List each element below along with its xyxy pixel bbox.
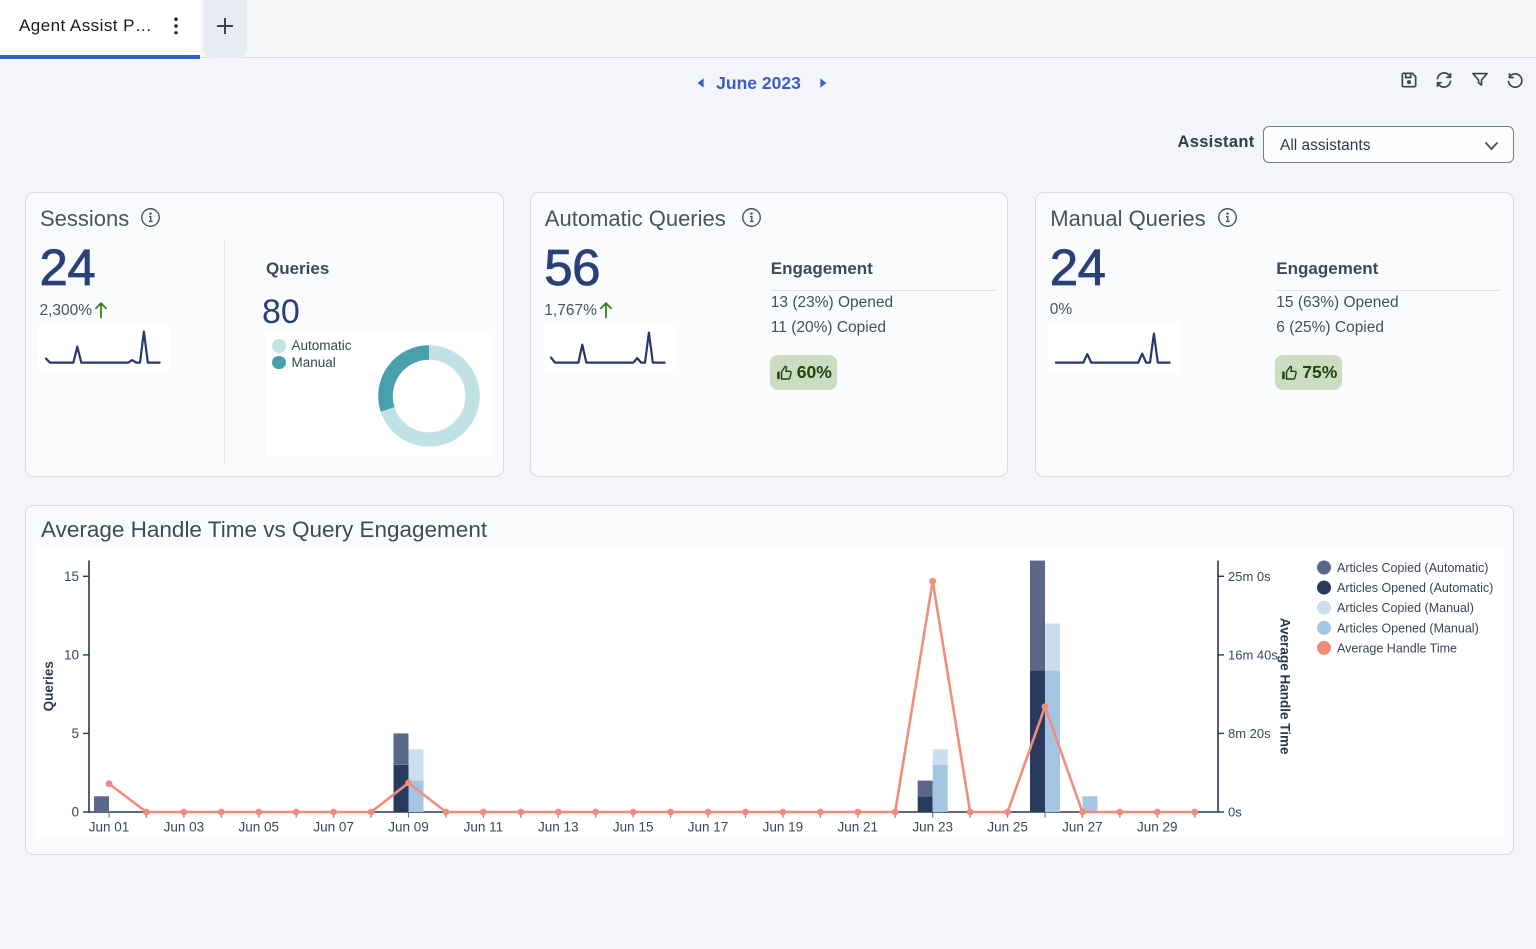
- svg-text:8m 20s: 8m 20s: [1228, 725, 1271, 740]
- svg-text:Jun 29: Jun 29: [1137, 819, 1178, 834]
- svg-text:Articles Opened (Manual): Articles Opened (Manual): [1337, 621, 1479, 635]
- svg-text:Jun 19: Jun 19: [763, 819, 804, 834]
- svg-text:Average Handle Time: Average Handle Time: [1337, 641, 1457, 655]
- svg-text:Jun 27: Jun 27: [1062, 819, 1103, 834]
- svg-text:Average Handle Time: Average Handle Time: [1278, 617, 1293, 754]
- svg-text:Jun 17: Jun 17: [688, 819, 729, 834]
- svg-text:0: 0: [71, 804, 79, 819]
- svg-text:Jun 07: Jun 07: [313, 819, 354, 834]
- svg-text:Queries: Queries: [41, 661, 56, 711]
- svg-text:Jun 01: Jun 01: [89, 819, 130, 834]
- svg-text:25m 0s: 25m 0s: [1228, 568, 1271, 583]
- svg-text:Articles Copied (Manual): Articles Copied (Manual): [1337, 601, 1474, 615]
- svg-text:Jun 25: Jun 25: [987, 819, 1028, 834]
- svg-text:Jun 03: Jun 03: [164, 819, 205, 834]
- svg-text:15: 15: [64, 568, 79, 583]
- svg-text:Jun 13: Jun 13: [538, 819, 579, 834]
- svg-text:Jun 05: Jun 05: [239, 819, 280, 834]
- svg-text:16m 40s: 16m 40s: [1228, 647, 1278, 662]
- svg-text:Jun 15: Jun 15: [613, 819, 654, 834]
- svg-text:Jun 09: Jun 09: [388, 819, 429, 834]
- svg-text:Jun 11: Jun 11: [464, 819, 504, 834]
- svg-text:Articles Copied (Automatic): Articles Copied (Automatic): [1337, 561, 1488, 575]
- svg-text:0s: 0s: [1228, 804, 1242, 819]
- svg-text:Articles Opened (Automatic): Articles Opened (Automatic): [1337, 581, 1493, 595]
- svg-text:Jun 21: Jun 21: [838, 819, 879, 834]
- svg-text:Jun 23: Jun 23: [912, 819, 953, 834]
- svg-text:10: 10: [64, 647, 79, 662]
- svg-text:5: 5: [71, 725, 79, 740]
